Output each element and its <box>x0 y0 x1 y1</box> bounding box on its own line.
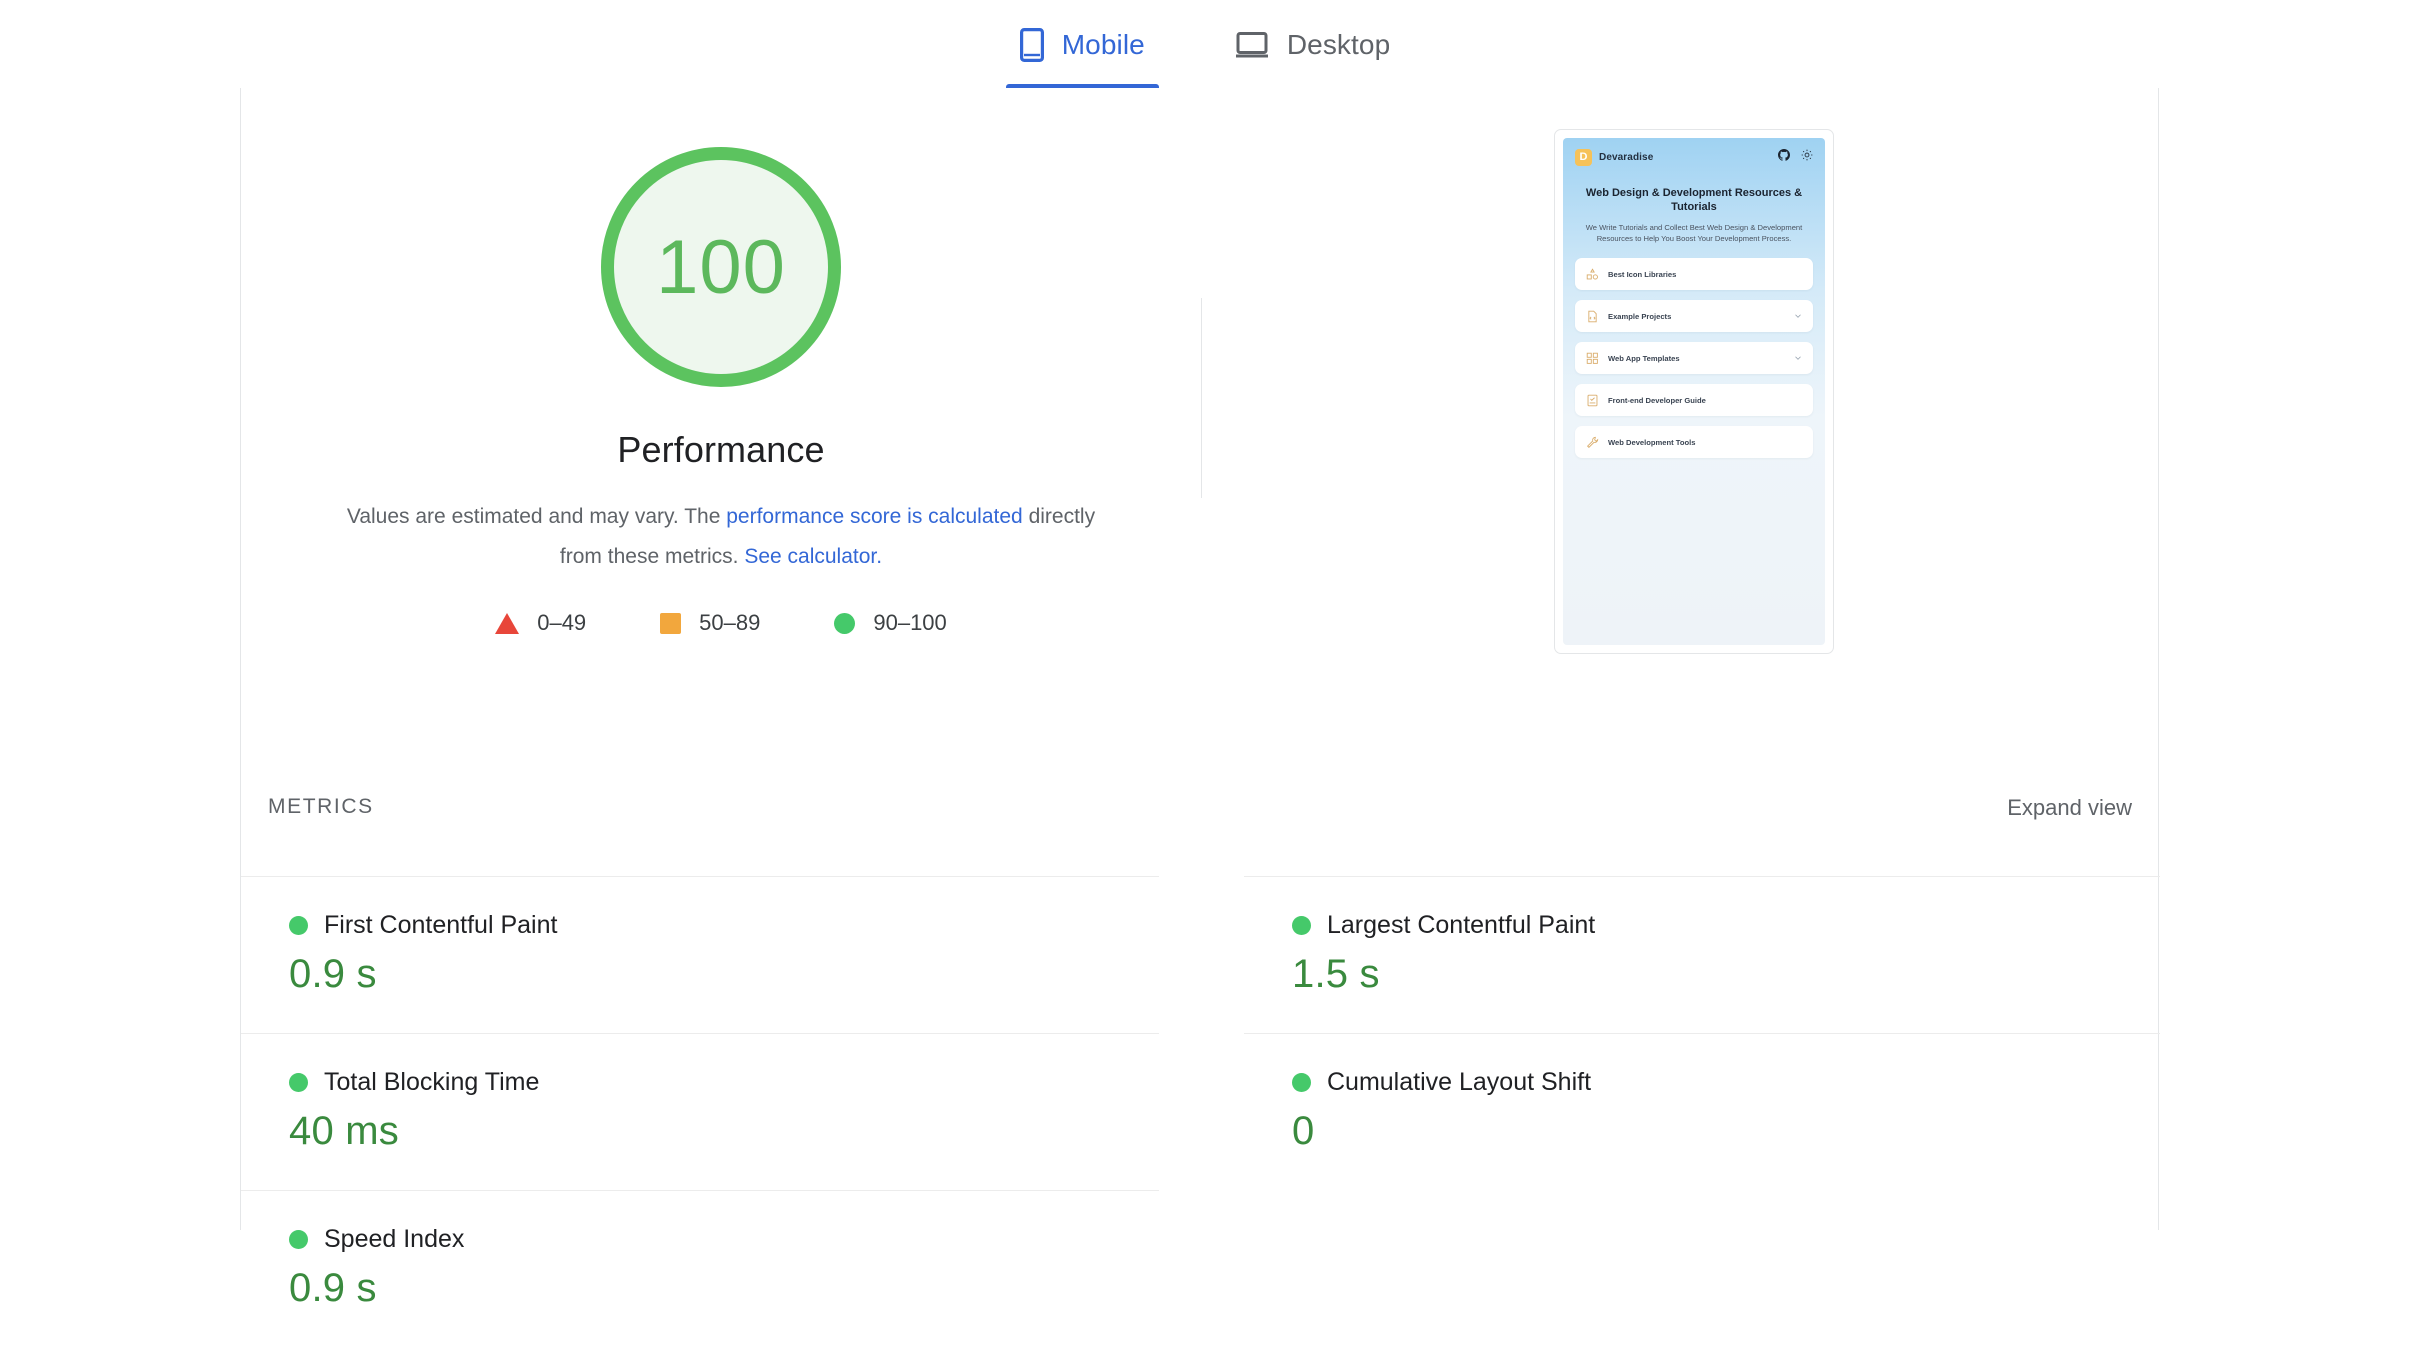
see-calculator-link[interactable]: See calculator. <box>744 545 882 568</box>
score-area: 100 Performance Values are estimated and… <box>241 88 1201 636</box>
wrench-icon <box>1585 435 1599 449</box>
list-item[interactable]: Web Development Tools <box>1575 426 1813 458</box>
status-badge <box>289 1230 308 1249</box>
checklist-icon <box>1585 393 1599 407</box>
score-description-part1: Values are estimated and may vary. The <box>346 505 727 528</box>
legend-item-average: 50–89 <box>660 610 760 636</box>
performance-gauge: 100 <box>601 147 841 387</box>
status-badge <box>1292 916 1311 935</box>
metric-value: 1.5 s <box>1292 952 1380 996</box>
metrics-column-left: First Contentful Paint 0.9 s Total Block… <box>241 876 1200 1347</box>
desktop-icon <box>1235 31 1269 59</box>
list-item-label: Best Icon Libraries <box>1608 269 1677 279</box>
metric-name: Cumulative Layout Shift <box>1327 1068 1592 1096</box>
metric-row[interactable]: Cumulative Layout Shift 0 <box>1244 1033 2160 1190</box>
status-badge <box>289 916 308 935</box>
legend-item-pass: 90–100 <box>834 610 947 636</box>
square-icon <box>660 612 682 634</box>
metric-name: Speed Index <box>324 1225 465 1253</box>
chevron-down-icon[interactable] <box>1793 311 1803 321</box>
list-item[interactable]: Example Projects <box>1575 300 1813 332</box>
site-brand-name: Devaradise <box>1599 151 1654 163</box>
circle-icon <box>834 612 856 634</box>
score-description: Values are estimated and may vary. The p… <box>326 497 1116 577</box>
metric-row[interactable]: Largest Contentful Paint 1.5 s <box>1244 876 2160 1033</box>
metric-value: 0.9 s <box>289 952 377 996</box>
gauge-score-value: 100 <box>656 224 786 310</box>
metrics-header: METRICS Expand view <box>241 795 2160 851</box>
device-tabs: Mobile Desktop <box>0 0 2410 89</box>
status-badge <box>1292 1073 1311 1092</box>
vertical-divider <box>1201 298 1202 498</box>
legend-label-average: 50–89 <box>699 610 761 635</box>
grid-icon <box>1585 351 1599 365</box>
github-icon <box>1778 148 1791 166</box>
thumbnail-hero: Web Design & Development Resources & Tut… <box>1563 166 1825 244</box>
metrics-grid: First Contentful Paint 0.9 s Total Block… <box>241 876 2160 1347</box>
thumbnail-viewport: D Devaradise Web Design & Development Re… <box>1563 138 1825 645</box>
page-title: Performance <box>617 429 825 470</box>
status-badge <box>289 1073 308 1092</box>
metrics-section-title: METRICS <box>268 795 374 818</box>
sun-icon <box>1801 148 1813 166</box>
metrics-column-right: Largest Contentful Paint 1.5 s Cumulativ… <box>1201 876 2160 1347</box>
thumbnail-headline: Web Design & Development Resources & Tut… <box>1585 187 1803 213</box>
metric-value: 0.9 s <box>289 1266 377 1310</box>
metric-name: Total Blocking Time <box>324 1068 540 1096</box>
thumbnail-header: D Devaradise <box>1563 138 1825 166</box>
metric-name: Largest Contentful Paint <box>1327 911 1596 939</box>
report-card: 100 Performance Values are estimated and… <box>240 88 2160 1310</box>
score-legend: 0–49 50–89 90–100 <box>241 610 1201 636</box>
metric-value: 40 ms <box>289 1109 399 1153</box>
list-item-label: Web Development Tools <box>1608 437 1696 447</box>
thumbnail-header-icons <box>1778 148 1813 166</box>
list-item-label: Example Projects <box>1608 311 1672 321</box>
legend-label-pass: 90–100 <box>873 610 947 635</box>
tab-mobile[interactable]: Mobile <box>1005 0 1159 89</box>
mobile-icon <box>1019 27 1044 62</box>
list-item[interactable]: Front-end Developer Guide <box>1575 384 1813 416</box>
metric-row[interactable]: First Contentful Paint 0.9 s <box>241 876 1159 1033</box>
site-logo: D <box>1575 148 1592 166</box>
legend-item-fail: 0–49 <box>495 610 586 636</box>
tab-desktop-label: Desktop <box>1286 28 1391 60</box>
chevron-down-icon[interactable] <box>1793 353 1803 363</box>
tab-desktop[interactable]: Desktop <box>1229 0 1396 89</box>
list-item-label: Web App Templates <box>1608 353 1680 363</box>
legend-label-fail: 0–49 <box>537 610 587 635</box>
metric-row[interactable]: Speed Index 0.9 s <box>241 1190 1159 1347</box>
thumbnail-subtext: We Write Tutorials and Collect Best Web … <box>1585 223 1803 243</box>
list-item[interactable]: Best Icon Libraries <box>1575 258 1813 290</box>
code-file-icon <box>1585 309 1599 323</box>
metric-row[interactable]: Total Blocking Time 40 ms <box>241 1033 1159 1190</box>
shapes-icon <box>1585 267 1599 281</box>
list-item[interactable]: Web App Templates <box>1575 342 1813 374</box>
thumbnail-link-list: Best Icon Libraries Example Projects Web… <box>1563 258 1825 470</box>
expand-view-button[interactable]: Expand view <box>2007 795 2132 821</box>
triangle-icon <box>495 612 520 634</box>
list-item-label: Front-end Developer Guide <box>1608 395 1706 405</box>
performance-score-link[interactable]: performance score is calculated <box>726 505 1022 528</box>
tab-mobile-label: Mobile <box>1061 28 1145 60</box>
metric-name: First Contentful Paint <box>324 911 558 939</box>
page-screenshot-thumbnail[interactable]: D Devaradise Web Design & Development Re… <box>1554 129 1834 654</box>
metric-value: 0 <box>1292 1109 1315 1153</box>
